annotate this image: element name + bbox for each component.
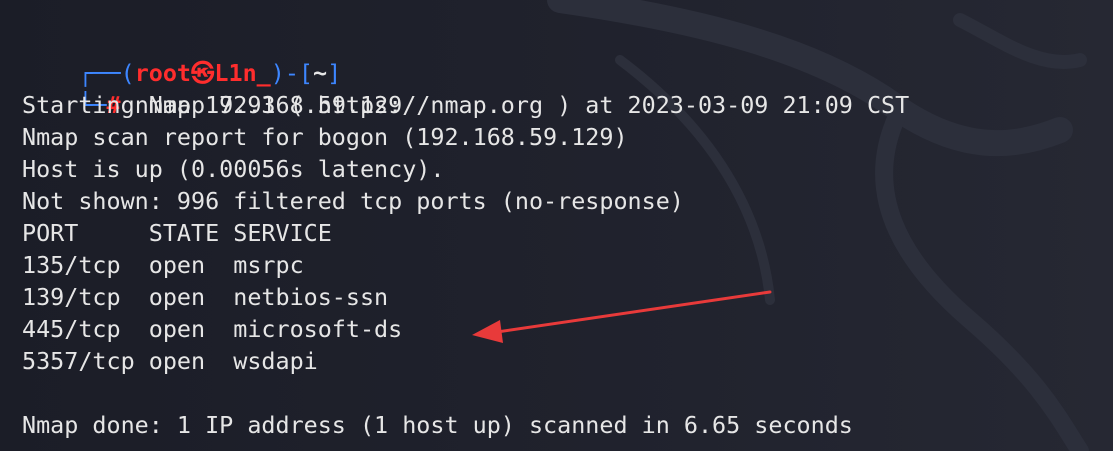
terminal-window[interactable]: ┌──(root㉿L1n_)-[~] └─# nmap 192.168.59.1…	[0, 0, 1113, 451]
port-row: 135/tcp open msrpc	[22, 251, 304, 279]
output-line: Host is up (0.00056s latency).	[22, 155, 445, 183]
port-table-header: PORT STATE SERVICE	[22, 219, 332, 247]
command-line[interactable]: └─# nmap 192.168.59.129	[22, 57, 402, 119]
port-row-highlighted: 445/tcp open microsoft-ds	[22, 315, 403, 343]
output-line: Nmap done: 1 IP address (1 host up) scan…	[22, 411, 853, 439]
output-line: Not shown: 996 filtered tcp ports (no-re…	[22, 187, 684, 215]
prompt-header-line: ┌──(root㉿L1n_)-[~]	[22, 25, 341, 87]
port-row: 5357/tcp open wsdapi	[22, 347, 318, 375]
output-line: Nmap scan report for bogon (192.168.59.1…	[22, 123, 628, 151]
output-line: Starting Nmap 7.93 ( https://nmap.org ) …	[22, 91, 910, 119]
port-row: 139/tcp open netbios-ssn	[22, 283, 389, 311]
